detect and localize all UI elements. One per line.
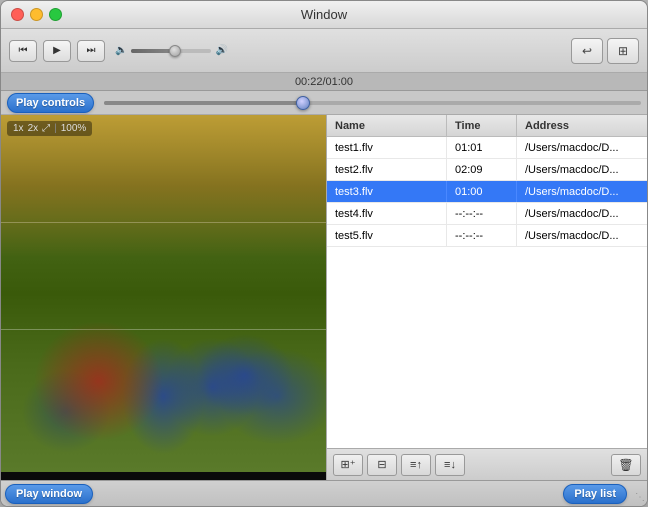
play-controls-button[interactable]: Play controls bbox=[7, 93, 94, 113]
playlist-toolbar: ⊞⁺ ⊟ ≡↑ ≡↓ 🗑 bbox=[327, 448, 647, 480]
volume-slider[interactable] bbox=[131, 49, 211, 53]
video-panel: 1x 2x ⤢ | 100% bbox=[1, 115, 326, 480]
video-bottom-bar bbox=[1, 472, 326, 480]
play-window-button[interactable]: Play window bbox=[5, 484, 93, 504]
zoom-fullscreen-button[interactable]: ⤢ bbox=[42, 123, 50, 134]
zoom-percent: 100% bbox=[61, 123, 87, 134]
seek-thumb[interactable] bbox=[296, 96, 310, 110]
zoom-2x-button[interactable]: 2x bbox=[28, 123, 39, 134]
playlist-remove-button[interactable]: ⊟ bbox=[367, 454, 397, 476]
close-button[interactable] bbox=[11, 8, 24, 21]
titlebar-buttons bbox=[11, 8, 62, 21]
playlist-cell-address: /Users/macdoc/D... bbox=[517, 203, 647, 224]
playlist-move-up-button[interactable]: ≡↑ bbox=[401, 454, 431, 476]
main-content: 1x 2x ⤢ | 100% Name Time Address test1.f… bbox=[1, 115, 647, 480]
play-button[interactable]: ▶ bbox=[43, 40, 71, 62]
col-header-address: Address bbox=[517, 115, 647, 136]
forward-button[interactable]: ⏭ bbox=[77, 40, 105, 62]
resize-grip: ⋱ bbox=[633, 492, 645, 504]
playlist-cell-time: --:--:-- bbox=[447, 203, 517, 224]
trash-icon: 🗑 bbox=[618, 458, 633, 472]
loop-icon: ↩ bbox=[582, 44, 592, 58]
video-background bbox=[1, 115, 326, 472]
playlist-cell-name: test4.flv bbox=[327, 203, 447, 224]
playlist-move-up-icon: ≡↑ bbox=[410, 459, 422, 471]
seek-bar[interactable] bbox=[104, 101, 641, 105]
time-display: 00:22/01:00 bbox=[295, 76, 353, 88]
playlist-panel: Name Time Address test1.flv01:01/Users/m… bbox=[326, 115, 647, 480]
playlist-cell-address: /Users/macdoc/D... bbox=[517, 225, 647, 246]
playlist-move-down-icon: ≡↓ bbox=[444, 459, 456, 471]
playlist-cell-time: 01:01 bbox=[447, 137, 517, 158]
playlist-remove-icon: ⊟ bbox=[377, 458, 386, 471]
zoom-separator: | bbox=[54, 123, 57, 134]
playlist-items: test1.flv01:01/Users/macdoc/D...test2.fl… bbox=[327, 137, 647, 448]
playlist-item[interactable]: test3.flv01:00/Users/macdoc/D... bbox=[327, 181, 647, 203]
playlist-move-down-button[interactable]: ≡↓ bbox=[435, 454, 465, 476]
seek-fill bbox=[104, 101, 303, 105]
playlist-cell-address: /Users/macdoc/D... bbox=[517, 137, 647, 158]
playlist-item[interactable]: test5.flv--:--:--/Users/macdoc/D... bbox=[327, 225, 647, 247]
zoom-1x-button[interactable]: 1x bbox=[13, 123, 24, 134]
controls-strip: Play controls bbox=[1, 91, 647, 115]
playlist-cell-name: test3.flv bbox=[327, 181, 447, 202]
bottom-bar: Play window Play list ⋱ bbox=[1, 480, 647, 506]
video-zoom-controls: 1x 2x ⤢ | 100% bbox=[7, 121, 92, 136]
playlist-cell-time: --:--:-- bbox=[447, 225, 517, 246]
volume-low-icon: 🔈 bbox=[115, 45, 127, 56]
window-title: Window bbox=[301, 7, 347, 22]
playlist-add-above-icon: ⊞⁺ bbox=[340, 458, 355, 471]
volume-high-icon: 🔊 bbox=[215, 45, 227, 56]
playlist-item[interactable]: test4.flv--:--:--/Users/macdoc/D... bbox=[327, 203, 647, 225]
players-overlay bbox=[1, 169, 326, 472]
playlist-header: Name Time Address bbox=[327, 115, 647, 137]
progress-strip: 00:22/01:00 bbox=[1, 73, 647, 91]
loop-button[interactable]: ↩ bbox=[571, 38, 603, 64]
playlist-cell-time: 02:09 bbox=[447, 159, 517, 180]
playlist-item[interactable]: test1.flv01:01/Users/macdoc/D... bbox=[327, 137, 647, 159]
toolbar-right-buttons: ↩ ⊞ bbox=[571, 38, 639, 64]
grid-button[interactable]: ⊞ bbox=[607, 38, 639, 64]
toolbar: ⏮ ▶ ⏭ 🔈 🔊 ↩ ⊞ bbox=[1, 29, 647, 73]
playlist-item[interactable]: test2.flv02:09/Users/macdoc/D... bbox=[327, 159, 647, 181]
playlist-cell-name: test5.flv bbox=[327, 225, 447, 246]
col-header-time: Time bbox=[447, 115, 517, 136]
minimize-button[interactable] bbox=[30, 8, 43, 21]
video-area: 1x 2x ⤢ | 100% bbox=[1, 115, 326, 472]
volume-thumb[interactable] bbox=[169, 45, 181, 57]
playlist-cell-address: /Users/macdoc/D... bbox=[517, 181, 647, 202]
play-icon: ▶ bbox=[53, 45, 61, 56]
playlist-trash-button[interactable]: 🗑 bbox=[611, 454, 641, 476]
grid-icon: ⊞ bbox=[618, 44, 628, 58]
window: Window ⏮ ▶ ⏭ 🔈 🔊 ↩ ⊞ bbox=[0, 0, 648, 507]
play-list-button[interactable]: Play list bbox=[563, 484, 627, 504]
playlist-cell-time: 01:00 bbox=[447, 181, 517, 202]
maximize-button[interactable] bbox=[49, 8, 62, 21]
rewind-button[interactable]: ⏮ bbox=[9, 40, 37, 62]
playlist-cell-address: /Users/macdoc/D... bbox=[517, 159, 647, 180]
playlist-add-above-button[interactable]: ⊞⁺ bbox=[333, 454, 363, 476]
playlist-cell-name: test1.flv bbox=[327, 137, 447, 158]
volume-control: 🔈 🔊 bbox=[115, 45, 228, 56]
col-header-name: Name bbox=[327, 115, 447, 136]
titlebar: Window bbox=[1, 1, 647, 29]
rewind-icon: ⏮ bbox=[19, 45, 28, 56]
forward-icon: ⏭ bbox=[87, 45, 96, 56]
playlist-cell-name: test2.flv bbox=[327, 159, 447, 180]
